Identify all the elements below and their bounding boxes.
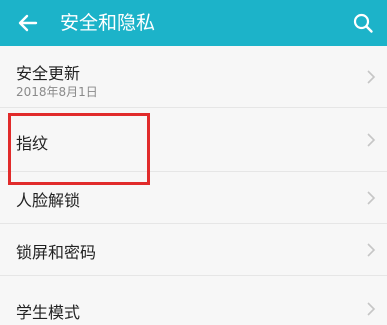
settings-item-face-unlock[interactable]: 人脸解锁 — [0, 172, 387, 224]
settings-item-lock-screen-password[interactable]: 锁屏和密码 — [0, 224, 387, 276]
settings-item-label: 指纹 — [16, 134, 49, 153]
settings-item-fingerprint[interactable]: 指纹 — [0, 108, 387, 172]
settings-item-label: 锁屏和密码 — [16, 243, 97, 262]
arrow-left-icon — [18, 14, 38, 32]
settings-item-label: 人脸解锁 — [16, 191, 81, 210]
chevron-right-icon — [367, 133, 376, 147]
chevron-right-icon — [367, 302, 376, 316]
settings-item-label: 安全更新 — [16, 64, 81, 83]
page-title: 安全和隐私 — [60, 12, 156, 34]
chevron-right-icon — [367, 191, 376, 205]
settings-item-subtitle: 2018年8月1日 — [16, 85, 98, 99]
chevron-right-icon — [367, 70, 376, 84]
search-button[interactable] — [349, 9, 377, 37]
chevron-right-icon — [367, 243, 376, 257]
settings-list: 安全更新 2018年8月1日 指纹 人脸解锁 锁屏和密码 学生模式 — [0, 46, 387, 325]
settings-item-student-mode[interactable]: 学生模式 — [0, 276, 387, 325]
search-icon — [353, 13, 373, 33]
settings-item-security-update[interactable]: 安全更新 2018年8月1日 — [0, 46, 387, 108]
app-header: 安全和隐私 — [0, 0, 387, 46]
back-button[interactable] — [14, 9, 42, 37]
settings-item-label: 学生模式 — [16, 303, 81, 322]
